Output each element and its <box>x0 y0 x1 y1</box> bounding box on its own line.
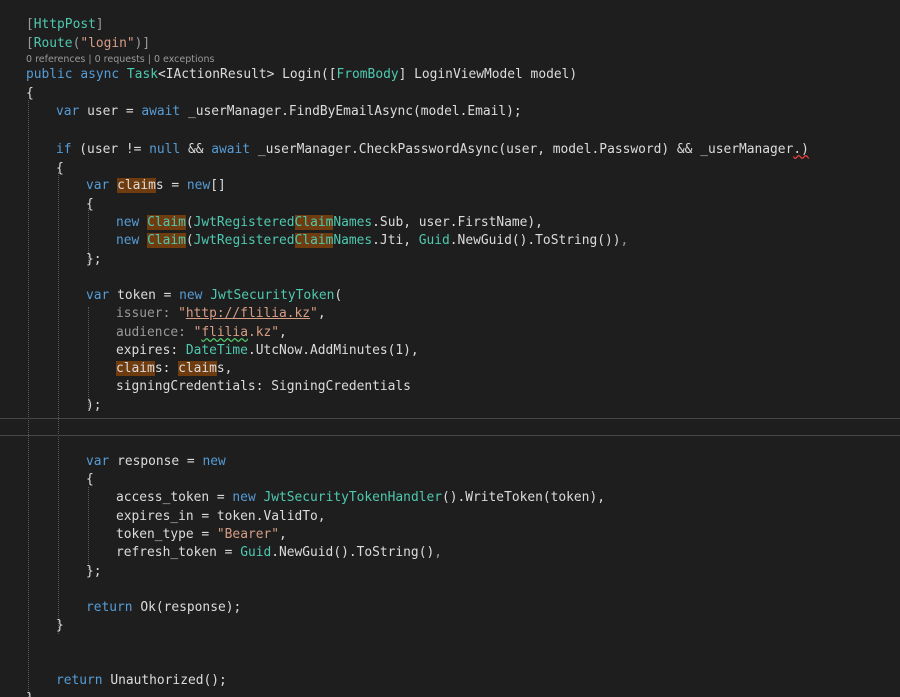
code-line-claims-arg[interactable]: claims: claims, <box>116 360 232 378</box>
code-line-refresh-token[interactable]: refresh_token = Guid.NewGuid().ToString(… <box>116 544 442 562</box>
code-line-token-type[interactable]: token_type = "Bearer", <box>116 526 287 544</box>
issuer-link[interactable]: http://flilia.kz <box>186 306 310 321</box>
code-line-close-brace[interactable]: }; <box>86 563 102 581</box>
code-line-return-ok[interactable]: return Ok(response); <box>86 599 241 617</box>
code-line-issuer[interactable]: issuer: "http://flilia.kz", <box>116 305 326 323</box>
code-line-claims-declaration[interactable]: var claims = new[] <box>86 177 226 195</box>
code-line-brace[interactable]: { <box>86 196 94 214</box>
indent-guide <box>58 172 59 634</box>
code-line-return-unauthorized[interactable]: return Unauthorized(); <box>56 672 227 690</box>
code-line-expires[interactable]: expires: DateTime.UtcNow.AddMinutes(1), <box>116 342 419 360</box>
code-line-brace-partial[interactable]: } <box>26 690 34 697</box>
code-editor[interactable]: [HttpPost] [Route("login")] 0 references… <box>0 0 900 697</box>
code-line-close-brace[interactable]: }; <box>86 251 102 269</box>
code-line-brace[interactable]: } <box>56 617 64 635</box>
code-line-method-signature[interactable]: public async Task<IActionResult> Login([… <box>26 66 577 84</box>
code-line-if-check[interactable]: if (user != null && await _userManager.C… <box>56 141 809 159</box>
code-lens-references[interactable]: 0 references | 0 requests | 0 exceptions <box>26 53 214 67</box>
code-line-claim-sub[interactable]: new Claim(JwtRegisteredClaimNames.Sub, u… <box>116 214 543 232</box>
code-line-audience[interactable]: audience: "flilia.kz", <box>116 324 287 342</box>
code-line-access-token[interactable]: access_token = new JwtSecurityTokenHandl… <box>116 489 605 507</box>
code-line-token-declaration[interactable]: var token = new JwtSecurityToken( <box>86 287 342 305</box>
code-line-signing[interactable]: signingCredentials: SigningCredentials <box>116 378 411 396</box>
indent-guide <box>88 307 89 409</box>
code-line-brace[interactable]: { <box>26 85 34 103</box>
indent-guide <box>28 100 29 697</box>
code-line-brace[interactable]: { <box>86 471 94 489</box>
code-line-expires-in[interactable]: expires_in = token.ValidTo, <box>116 508 326 526</box>
code-line-brace[interactable]: { <box>56 160 64 178</box>
code-line-attribute-httppost[interactable]: [HttpPost] <box>26 16 104 34</box>
code-line-claim-jti[interactable]: new Claim(JwtRegisteredClaimNames.Jti, G… <box>116 232 628 250</box>
indent-guide <box>88 487 89 570</box>
code-line-close-paren[interactable]: ); <box>86 397 102 415</box>
current-line-highlight <box>0 418 900 436</box>
code-line-response-declaration[interactable]: var response = new <box>86 453 226 471</box>
code-line-attribute-route[interactable]: [Route("login")] <box>26 35 150 53</box>
code-line-find-user[interactable]: var user = await _userManager.FindByEmai… <box>56 103 522 121</box>
